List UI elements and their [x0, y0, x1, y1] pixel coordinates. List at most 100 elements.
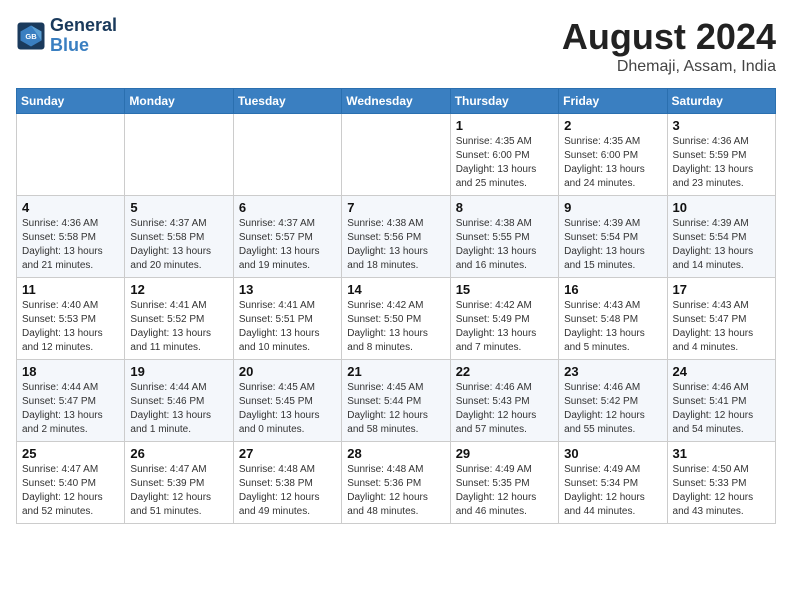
day-info: Sunrise: 4:42 AM Sunset: 5:50 PM Dayligh… [347, 299, 444, 355]
day-number: 12 [130, 282, 227, 297]
calendar-cell: 11 Sunrise: 4:40 AM Sunset: 5:53 PM Dayli… [17, 278, 125, 360]
day-info: Sunrise: 4:47 AM Sunset: 5:40 PM Dayligh… [22, 463, 119, 519]
weekday-header-monday: Monday [125, 89, 233, 114]
calendar-cell [342, 114, 450, 196]
day-info: Sunrise: 4:48 AM Sunset: 5:38 PM Dayligh… [239, 463, 336, 519]
day-info: Sunrise: 4:37 AM Sunset: 5:58 PM Dayligh… [130, 217, 227, 273]
weekday-header-wednesday: Wednesday [342, 89, 450, 114]
calendar-cell: 9Sunrise: 4:39 AM Sunset: 5:54 PM Daylig… [559, 196, 667, 278]
logo-text: General Blue [50, 16, 117, 56]
svg-text:GB: GB [25, 32, 37, 41]
weekday-header-saturday: Saturday [667, 89, 775, 114]
day-number: 11 [22, 282, 119, 297]
calendar-cell: 23Sunrise: 4:46 AM Sunset: 5:42 PM Dayli… [559, 360, 667, 442]
month-title: August 2024 [562, 16, 776, 58]
calendar-cell: 17Sunrise: 4:43 AM Sunset: 5:47 PM Dayli… [667, 278, 775, 360]
calendar-cell: 15 Sunrise: 4:42 AM Sunset: 5:49 PM Dayli… [450, 278, 558, 360]
day-number: 6 [239, 200, 336, 215]
calendar-cell: 27 Sunrise: 4:48 AM Sunset: 5:38 PM Dayli… [233, 442, 341, 524]
day-info: Sunrise: 4:45 AM Sunset: 5:45 PM Dayligh… [239, 381, 336, 437]
day-number: 26 [130, 446, 227, 461]
calendar-cell: 13Sunrise: 4:41 AM Sunset: 5:51 PM Dayli… [233, 278, 341, 360]
page-header: GB General Blue August 2024 Dhemaji, Ass… [16, 16, 776, 76]
calendar-cell [17, 114, 125, 196]
day-number: 29 [456, 446, 553, 461]
day-info: Sunrise: 4:41 AM Sunset: 5:52 PM Dayligh… [130, 299, 227, 355]
day-number: 15 [456, 282, 553, 297]
calendar-cell: 20 Sunrise: 4:45 AM Sunset: 5:45 PM Dayli… [233, 360, 341, 442]
day-number: 4 [22, 200, 119, 215]
weekday-header-thursday: Thursday [450, 89, 558, 114]
day-info: Sunrise: 4:49 AM Sunset: 5:34 PM Dayligh… [564, 463, 661, 519]
calendar-cell: 2 Sunrise: 4:35 AM Sunset: 6:00 PM Daylig… [559, 114, 667, 196]
day-number: 14 [347, 282, 444, 297]
location: Dhemaji, Assam, India [562, 58, 776, 76]
day-number: 5 [130, 200, 227, 215]
calendar-cell: 16 Sunrise: 4:43 AM Sunset: 5:48 PM Dayli… [559, 278, 667, 360]
calendar-cell: 24Sunrise: 4:46 AM Sunset: 5:41 PM Dayli… [667, 360, 775, 442]
day-number: 8 [456, 200, 553, 215]
calendar-cell: 10Sunrise: 4:39 AM Sunset: 5:54 PM Dayli… [667, 196, 775, 278]
day-info: Sunrise: 4:45 AM Sunset: 5:44 PM Dayligh… [347, 381, 444, 437]
day-info: Sunrise: 4:38 AM Sunset: 5:56 PM Dayligh… [347, 217, 444, 273]
calendar-cell [125, 114, 233, 196]
weekday-header-sunday: Sunday [17, 89, 125, 114]
day-info: Sunrise: 4:36 AM Sunset: 5:58 PM Dayligh… [22, 217, 119, 273]
calendar-cell: 1 Sunrise: 4:35 AM Sunset: 6:00 PM Daylig… [450, 114, 558, 196]
day-number: 2 [564, 118, 661, 133]
calendar-cell: 19Sunrise: 4:44 AM Sunset: 5:46 PM Dayli… [125, 360, 233, 442]
calendar-cell: 22 Sunrise: 4:46 AM Sunset: 5:43 PM Dayli… [450, 360, 558, 442]
calendar-cell [233, 114, 341, 196]
calendar-week-row: 25 Sunrise: 4:47 AM Sunset: 5:40 PM Dayli… [17, 442, 776, 524]
day-number: 10 [673, 200, 770, 215]
day-number: 19 [130, 364, 227, 379]
calendar-cell: 12 Sunrise: 4:41 AM Sunset: 5:52 PM Dayli… [125, 278, 233, 360]
calendar-cell: 18 Sunrise: 4:44 AM Sunset: 5:47 PM Dayli… [17, 360, 125, 442]
day-info: Sunrise: 4:39 AM Sunset: 5:54 PM Dayligh… [564, 217, 661, 273]
calendar-cell: 14 Sunrise: 4:42 AM Sunset: 5:50 PM Dayli… [342, 278, 450, 360]
calendar-cell: 30 Sunrise: 4:49 AM Sunset: 5:34 PM Dayli… [559, 442, 667, 524]
calendar-week-row: 1 Sunrise: 4:35 AM Sunset: 6:00 PM Daylig… [17, 114, 776, 196]
day-number: 31 [673, 446, 770, 461]
day-number: 25 [22, 446, 119, 461]
day-number: 30 [564, 446, 661, 461]
day-number: 27 [239, 446, 336, 461]
day-number: 16 [564, 282, 661, 297]
weekday-header-friday: Friday [559, 89, 667, 114]
day-number: 3 [673, 118, 770, 133]
day-info: Sunrise: 4:43 AM Sunset: 5:48 PM Dayligh… [564, 299, 661, 355]
day-number: 20 [239, 364, 336, 379]
day-number: 17 [673, 282, 770, 297]
day-number: 23 [564, 364, 661, 379]
logo: GB General Blue [16, 16, 117, 56]
calendar-week-row: 11 Sunrise: 4:40 AM Sunset: 5:53 PM Dayli… [17, 278, 776, 360]
day-info: Sunrise: 4:41 AM Sunset: 5:51 PM Dayligh… [239, 299, 336, 355]
day-number: 1 [456, 118, 553, 133]
day-info: Sunrise: 4:46 AM Sunset: 5:43 PM Dayligh… [456, 381, 553, 437]
day-info: Sunrise: 4:50 AM Sunset: 5:33 PM Dayligh… [673, 463, 770, 519]
weekday-header-tuesday: Tuesday [233, 89, 341, 114]
calendar-week-row: 4 Sunrise: 4:36 AM Sunset: 5:58 PM Daylig… [17, 196, 776, 278]
day-info: Sunrise: 4:46 AM Sunset: 5:41 PM Dayligh… [673, 381, 770, 437]
calendar-cell: 29 Sunrise: 4:49 AM Sunset: 5:35 PM Dayli… [450, 442, 558, 524]
calendar-cell: 6Sunrise: 4:37 AM Sunset: 5:57 PM Daylig… [233, 196, 341, 278]
day-info: Sunrise: 4:42 AM Sunset: 5:49 PM Dayligh… [456, 299, 553, 355]
title-block: August 2024 Dhemaji, Assam, India [562, 16, 776, 76]
calendar-cell: 21Sunrise: 4:45 AM Sunset: 5:44 PM Dayli… [342, 360, 450, 442]
calendar-week-row: 18 Sunrise: 4:44 AM Sunset: 5:47 PM Dayli… [17, 360, 776, 442]
weekday-header-row: SundayMondayTuesdayWednesdayThursdayFrid… [17, 89, 776, 114]
calendar-cell: 25 Sunrise: 4:47 AM Sunset: 5:40 PM Dayli… [17, 442, 125, 524]
day-info: Sunrise: 4:36 AM Sunset: 5:59 PM Dayligh… [673, 135, 770, 191]
day-info: Sunrise: 4:35 AM Sunset: 6:00 PM Dayligh… [564, 135, 661, 191]
day-info: Sunrise: 4:44 AM Sunset: 5:47 PM Dayligh… [22, 381, 119, 437]
day-info: Sunrise: 4:38 AM Sunset: 5:55 PM Dayligh… [456, 217, 553, 273]
day-info: Sunrise: 4:40 AM Sunset: 5:53 PM Dayligh… [22, 299, 119, 355]
day-info: Sunrise: 4:48 AM Sunset: 5:36 PM Dayligh… [347, 463, 444, 519]
day-number: 22 [456, 364, 553, 379]
day-number: 18 [22, 364, 119, 379]
logo-icon: GB [16, 21, 46, 51]
calendar-cell: 28 Sunrise: 4:48 AM Sunset: 5:36 PM Dayli… [342, 442, 450, 524]
day-info: Sunrise: 4:49 AM Sunset: 5:35 PM Dayligh… [456, 463, 553, 519]
day-info: Sunrise: 4:35 AM Sunset: 6:00 PM Dayligh… [456, 135, 553, 191]
day-number: 28 [347, 446, 444, 461]
